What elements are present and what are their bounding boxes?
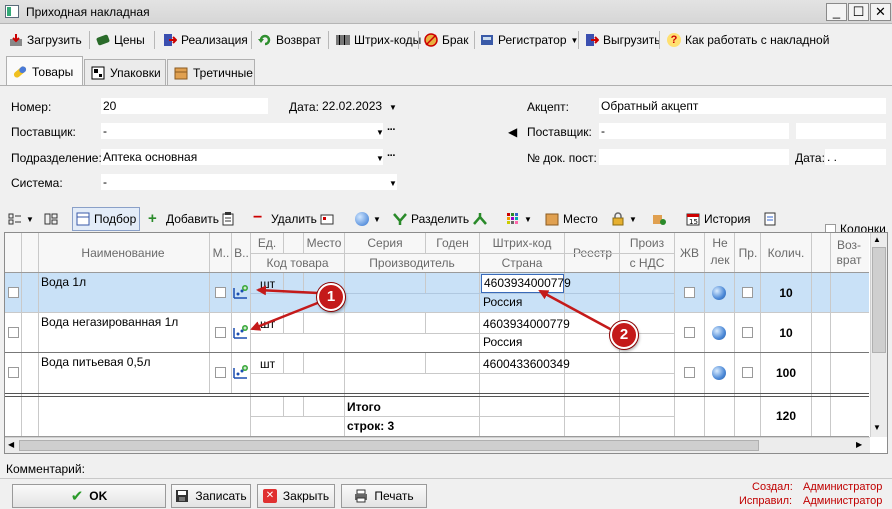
save-button[interactable]: Записать	[171, 484, 251, 508]
print-label: Печать	[374, 489, 414, 503]
checkmark-icon: ✔	[70, 488, 84, 505]
created-by: Администратор	[803, 481, 883, 493]
close-button[interactable]: ✕ Закрыть	[257, 484, 335, 508]
printer-icon	[354, 489, 368, 503]
save-label: Записать	[195, 489, 247, 503]
edited-label: Исправил:	[739, 495, 793, 507]
callout-2: 2	[610, 321, 638, 349]
edited-by: Администратор	[803, 495, 883, 507]
floppy-icon	[175, 489, 189, 503]
ok-label: OK	[89, 489, 108, 503]
print-button[interactable]: Печать	[341, 484, 427, 508]
created-label: Создал:	[752, 481, 793, 493]
comment-label: Комментарий:	[6, 462, 85, 476]
annotation-arrows	[250, 285, 613, 332]
ok-button[interactable]: ✔ OK	[12, 484, 166, 508]
close-label: Закрыть	[282, 489, 330, 503]
callout-1: 1	[317, 283, 345, 311]
close-icon: ✕	[262, 489, 277, 503]
